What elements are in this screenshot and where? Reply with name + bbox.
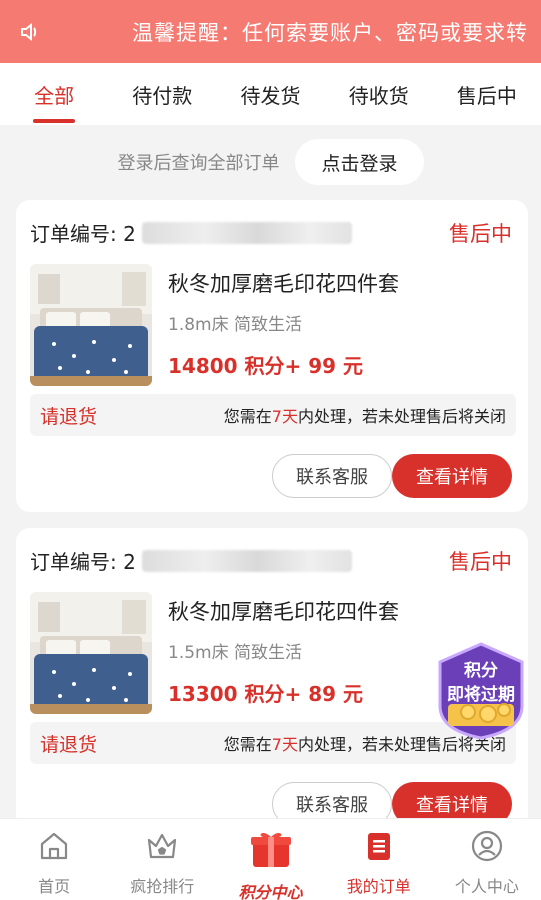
return-notice: 请退货 您需在7天内处理，若未处理售后将关闭: [30, 394, 516, 436]
nav-ranking[interactable]: 疯抢排行: [108, 819, 216, 900]
nav-points-label: 积分中心: [238, 883, 303, 900]
return-label[interactable]: 请退货: [40, 730, 97, 757]
tab-pending-payment[interactable]: 待付款: [108, 63, 216, 125]
product-image[interactable]: [30, 592, 152, 714]
return-message: 您需在7天内处理，若未处理售后将关闭: [224, 403, 506, 427]
speaker-icon: [0, 20, 60, 44]
points-badge-line1: 积分: [464, 661, 498, 681]
product-name[interactable]: 秋冬加厚磨毛印花四件套: [168, 596, 399, 626]
tab-pending-shipment[interactable]: 待发货: [216, 63, 324, 125]
tab-all[interactable]: 全部: [0, 63, 108, 125]
order-number-blurred: [141, 221, 352, 244]
user-icon: [470, 829, 504, 867]
order-number: 订单编号: 2: [30, 546, 352, 575]
return-label[interactable]: 请退货: [40, 402, 97, 429]
nav-profile[interactable]: 个人中心: [433, 819, 541, 900]
points-expiring-badge[interactable]: 积分 即将过期: [430, 640, 532, 742]
return-message-days: 7天: [271, 407, 298, 426]
view-details-button[interactable]: 查看详情: [392, 454, 512, 498]
login-prompt: 登录后查询全部订单 点击登录: [0, 138, 541, 186]
nav-profile-label: 个人中心: [454, 877, 519, 896]
gift-icon: [249, 829, 293, 873]
tab-pending-receipt[interactable]: 待收货: [325, 63, 433, 125]
nav-home-label: 首页: [38, 877, 71, 896]
nav-points-center[interactable]: 积分中心: [216, 819, 324, 900]
product-price: 13300 积分+ 89 元: [168, 682, 364, 706]
order-number-label: 订单编号: 2: [30, 222, 136, 246]
tab-after-sales[interactable]: 售后中: [433, 63, 541, 125]
order-card[interactable]: 订单编号: 2 售后中 秋冬加厚磨毛印花四件套 1.8m床 简致生活 14800…: [16, 200, 528, 512]
login-hint: 登录后查询全部订单: [117, 153, 280, 174]
product-price: 14800 积分+ 99 元: [168, 354, 364, 378]
login-button[interactable]: 点击登录: [295, 139, 424, 185]
crown-icon: [145, 829, 179, 867]
order-number-blurred: [141, 549, 352, 572]
product-spec: 1.5m床 简致生活: [168, 643, 302, 663]
order-number: 订单编号: 2: [30, 218, 352, 247]
order-status: 售后中: [449, 550, 512, 574]
nav-home[interactable]: 首页: [0, 819, 108, 900]
contact-service-button[interactable]: 联系客服: [272, 454, 392, 498]
order-icon: [362, 829, 396, 867]
notice-text: 温馨提醒：任何索要账户、密码或要求转: [132, 20, 528, 45]
product-spec: 1.8m床 简致生活: [168, 315, 302, 335]
return-message-days: 7天: [271, 735, 298, 754]
product-name[interactable]: 秋冬加厚磨毛印花四件套: [168, 268, 399, 298]
home-icon: [37, 829, 71, 867]
return-message-suffix: 内处理，若未处理售后将关闭: [297, 407, 506, 426]
nav-my-orders-label: 我的订单: [346, 877, 411, 896]
product-image[interactable]: [30, 264, 152, 386]
bottom-navigation: 首页 疯抢排行 积分中心 我的订单 个人中心: [0, 818, 541, 900]
order-tabs: 全部 待付款 待发货 待收货 售后中: [0, 63, 541, 125]
order-number-label: 订单编号: 2: [30, 550, 136, 574]
points-badge-line2: 即将过期: [447, 685, 515, 705]
return-message-prefix: 您需在: [223, 735, 272, 754]
nav-ranking-label: 疯抢排行: [130, 877, 195, 896]
nav-my-orders[interactable]: 我的订单: [325, 819, 433, 900]
order-status: 售后中: [449, 222, 512, 246]
notice-banner: 温馨提醒：任何索要账户、密码或要求转: [0, 0, 541, 63]
return-message-prefix: 您需在: [223, 407, 272, 426]
